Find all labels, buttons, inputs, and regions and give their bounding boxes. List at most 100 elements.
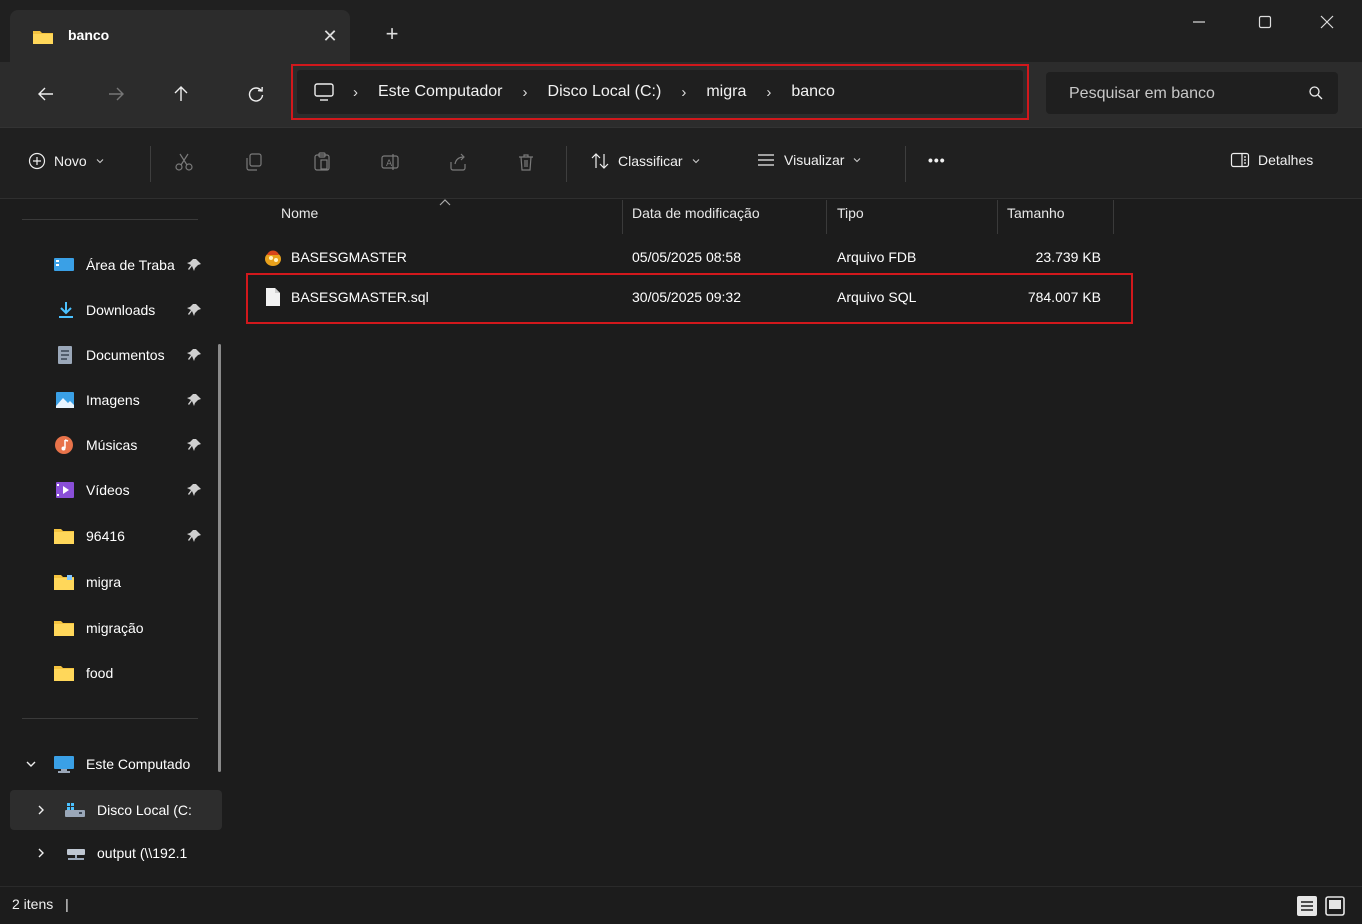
view-icon bbox=[758, 154, 774, 166]
item-count: 2 itens | bbox=[12, 896, 69, 912]
videos-icon bbox=[56, 482, 74, 498]
sidebar-item-local-disk[interactable]: Disco Local (C: bbox=[10, 790, 222, 830]
pin-icon[interactable] bbox=[187, 302, 203, 318]
music-icon bbox=[55, 436, 73, 454]
item-count-label: 2 itens bbox=[12, 896, 54, 912]
search-input[interactable]: Pesquisar em banco bbox=[1046, 72, 1338, 114]
pin-icon[interactable] bbox=[187, 528, 203, 544]
sidebar-divider bbox=[22, 219, 198, 220]
sidebar-item-label: food bbox=[86, 665, 114, 681]
cut-button[interactable] bbox=[174, 152, 194, 172]
table-row[interactable]: BASESGMASTER 05/05/2025 08:58 Arquivo FD… bbox=[253, 246, 1133, 272]
copy-icon bbox=[246, 153, 262, 171]
more-options-button[interactable]: ••• bbox=[928, 152, 946, 168]
sidebar-item-desktop[interactable]: Área de Traba bbox=[0, 245, 226, 285]
details-view-icon[interactable] bbox=[1296, 895, 1318, 917]
sidebar-item-96416[interactable]: 96416 bbox=[0, 516, 226, 556]
forward-button[interactable] bbox=[100, 78, 132, 110]
breadcrumb-separator: › bbox=[353, 83, 358, 101]
chevron-right-icon[interactable] bbox=[35, 804, 47, 816]
sidebar-item-food[interactable]: food bbox=[0, 653, 226, 693]
trash-icon bbox=[519, 154, 533, 171]
up-button[interactable] bbox=[165, 78, 197, 110]
rename-button[interactable]: A bbox=[380, 152, 400, 172]
sidebar-item-migra[interactable]: migra bbox=[0, 562, 226, 602]
chevron-down-icon[interactable] bbox=[25, 758, 37, 770]
more-icon: ••• bbox=[928, 152, 946, 168]
computer-icon bbox=[54, 756, 74, 773]
share-button[interactable] bbox=[448, 152, 468, 172]
sidebar-item-network-drive[interactable]: output (\\192.1 bbox=[0, 833, 226, 873]
cut-icon bbox=[175, 153, 193, 171]
column-divider[interactable] bbox=[826, 200, 827, 234]
copy-button[interactable] bbox=[244, 152, 264, 172]
pin-icon[interactable] bbox=[187, 437, 203, 453]
documents-icon bbox=[58, 346, 72, 364]
selection-highlight bbox=[246, 273, 1133, 324]
column-header-size[interactable]: Tamanho bbox=[1007, 205, 1065, 221]
new-button[interactable]: Novo bbox=[28, 152, 105, 170]
sidebar-item-pictures[interactable]: Imagens bbox=[0, 380, 226, 420]
large-icons-view-icon[interactable] bbox=[1324, 895, 1346, 917]
breadcrumb-banco[interactable]: banco bbox=[791, 83, 835, 101]
tab-title: banco bbox=[68, 27, 110, 43]
column-divider[interactable] bbox=[1113, 200, 1114, 234]
column-divider[interactable] bbox=[997, 200, 998, 234]
delete-button[interactable] bbox=[516, 152, 536, 172]
file-type: Arquivo FDB bbox=[837, 249, 917, 265]
tab-close-button[interactable]: ✕ bbox=[316, 23, 344, 51]
column-header-name[interactable]: Nome bbox=[281, 205, 318, 221]
chevron-down-icon bbox=[854, 158, 861, 163]
sidebar-item-music[interactable]: Músicas bbox=[0, 425, 226, 465]
folder-icon bbox=[54, 621, 74, 636]
column-header-date[interactable]: Data de modificação bbox=[632, 205, 760, 221]
arrow-up-icon bbox=[174, 86, 188, 101]
sidebar-scrollbar[interactable] bbox=[218, 344, 221, 772]
view-button[interactable]: Visualizar bbox=[756, 152, 862, 168]
pictures-icon bbox=[56, 392, 74, 408]
maximize-button[interactable] bbox=[1238, 0, 1292, 44]
sidebar-item-downloads[interactable]: Downloads bbox=[0, 290, 226, 330]
column-header-type[interactable]: Tipo bbox=[837, 205, 864, 221]
sidebar-item-migracao[interactable]: migração bbox=[0, 608, 226, 648]
add-circle-icon bbox=[28, 152, 46, 170]
tab-banco[interactable]: banco ✕ bbox=[10, 10, 350, 62]
close-button[interactable] bbox=[1300, 0, 1354, 44]
status-bar: 2 itens | bbox=[0, 886, 1362, 924]
file-size: 23.739 KB bbox=[1035, 249, 1101, 265]
sidebar-item-label: Downloads bbox=[86, 302, 156, 318]
rename-icon: A bbox=[381, 154, 399, 170]
back-button[interactable] bbox=[30, 78, 62, 110]
view-label: Visualizar bbox=[784, 152, 845, 168]
sidebar-item-label: Músicas bbox=[86, 437, 138, 453]
sidebar-item-label: migra bbox=[86, 574, 122, 590]
minimize-button[interactable] bbox=[1172, 0, 1226, 44]
sidebar-divider bbox=[22, 718, 198, 719]
chevron-right-icon[interactable] bbox=[35, 847, 47, 859]
pin-icon[interactable] bbox=[187, 257, 203, 273]
pin-icon[interactable] bbox=[187, 347, 203, 363]
drive-icon bbox=[65, 803, 85, 817]
sidebar-item-label: 96416 bbox=[86, 528, 125, 544]
details-pane-button[interactable]: Detalhes bbox=[1230, 152, 1313, 168]
command-bar: Novo A Classificar Visualizar ••• Detalh… bbox=[0, 127, 1362, 199]
sort-button[interactable]: Classificar bbox=[590, 152, 701, 170]
new-tab-button[interactable]: + bbox=[378, 21, 406, 49]
refresh-button[interactable] bbox=[240, 78, 272, 110]
sidebar-item-label: Vídeos bbox=[86, 482, 130, 498]
arrow-left-icon bbox=[38, 87, 53, 101]
sidebar-item-documents[interactable]: Documentos bbox=[0, 335, 226, 375]
minimize-icon bbox=[1193, 21, 1205, 23]
sidebar-item-videos[interactable]: Vídeos bbox=[0, 470, 226, 510]
pin-icon[interactable] bbox=[187, 392, 203, 408]
sidebar-item-label: output (\\192.1 bbox=[97, 845, 188, 861]
column-divider[interactable] bbox=[622, 200, 623, 234]
breadcrumb-migra[interactable]: migra bbox=[706, 83, 746, 101]
sidebar-item-this-pc[interactable]: Este Computado bbox=[0, 744, 226, 784]
breadcrumb-separator: › bbox=[522, 83, 528, 101]
address-bar[interactable]: › Este Computador › Disco Local (C:) › m… bbox=[297, 70, 1023, 114]
breadcrumb-disco-local[interactable]: Disco Local (C:) bbox=[548, 83, 662, 101]
breadcrumb-este-computador[interactable]: Este Computador bbox=[378, 83, 503, 101]
paste-button[interactable] bbox=[312, 152, 332, 172]
pin-icon[interactable] bbox=[187, 482, 203, 498]
